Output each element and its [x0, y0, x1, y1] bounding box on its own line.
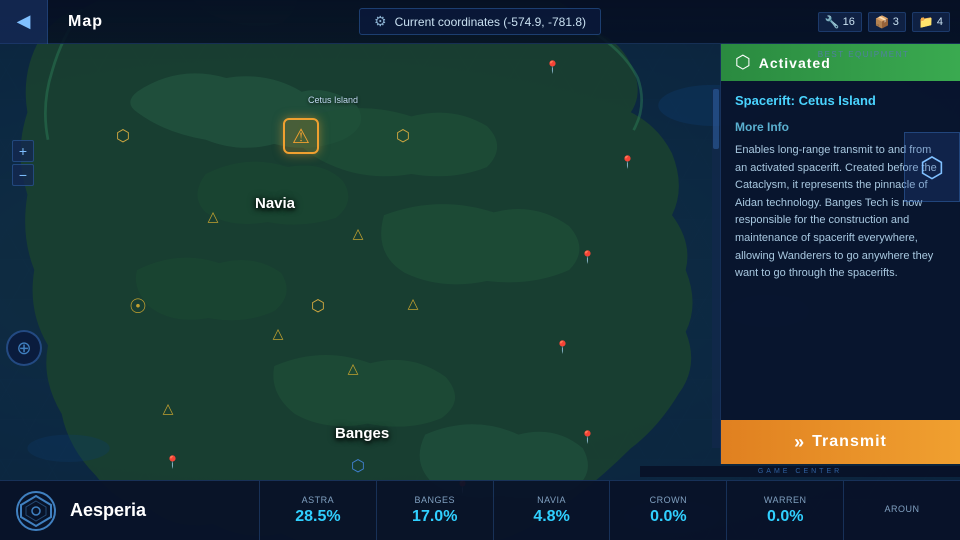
back-icon: ◀: [17, 11, 31, 32]
resource-item-2: 📦 3: [868, 12, 906, 32]
spacerift-marker[interactable]: ☉: [120, 288, 156, 324]
transmit-button[interactable]: » Transmit: [721, 420, 960, 464]
transmit-arrows-icon: »: [794, 432, 804, 453]
stat-navia-label: Navia: [537, 495, 566, 505]
panel-scrollbar[interactable]: [712, 88, 720, 448]
top-bar: ◀ Map ⚙ Current coordinates (-574.9, -78…: [0, 0, 960, 44]
spacerift-marker[interactable]: ⬡: [300, 288, 336, 324]
spacerift-marker[interactable]: △: [195, 198, 231, 234]
spacerift-icon: ⬡: [904, 132, 960, 202]
resource-icon-2: 📦: [875, 15, 890, 29]
location-pin: 📍: [580, 250, 595, 264]
resource-count-2: 3: [893, 16, 899, 28]
stat-banges-value: 17.0%: [412, 508, 457, 526]
bottom-stats: Astra 28.5% Banges 17.0% Navia 4.8% Crow…: [260, 480, 960, 540]
stat-aroun: Aroun: [844, 481, 960, 540]
spacerift-marker[interactable]: ⬡: [105, 118, 141, 154]
resource-item-3: 📁 4: [912, 12, 950, 32]
stat-banges: Banges 17.0%: [377, 481, 494, 540]
location-pin: 📍: [620, 155, 635, 169]
location-pin: 📍: [555, 340, 570, 354]
spacerift-marker[interactable]: △: [335, 350, 371, 386]
region-icon: [16, 491, 56, 531]
stat-aroun-label: Aroun: [885, 504, 920, 514]
game-center-label: GAME CENTER: [640, 466, 960, 477]
location-pin: 📍: [545, 60, 560, 74]
resource-icons: 🔧 16 📦 3 📁 4: [818, 12, 950, 32]
resource-icon-3: 📁: [919, 15, 934, 29]
stat-warren-label: Warren: [764, 495, 807, 505]
spacerift-active-marker[interactable]: ⚠: [283, 118, 319, 154]
stat-astra-value: 28.5%: [295, 508, 340, 526]
spacerift-marker[interactable]: △: [340, 215, 376, 251]
stat-crown-label: Crown: [650, 495, 688, 505]
zoom-control: + −: [12, 140, 34, 186]
resource-count-3: 4: [937, 16, 943, 28]
resource-icon-1: 🔧: [825, 15, 840, 29]
zoom-in-button[interactable]: +: [12, 140, 34, 162]
spacerift-marker[interactable]: △: [260, 315, 296, 351]
settings-icon[interactable]: ⚙: [374, 13, 387, 30]
location-pin: 📍: [165, 455, 180, 469]
transmit-label: Transmit: [812, 433, 887, 451]
stat-navia: Navia 4.8%: [494, 481, 611, 540]
location-pin: 📍: [580, 430, 595, 444]
resource-count-1: 16: [843, 16, 855, 28]
coordinates-bar: ⚙ Current coordinates (-574.9, -781.8): [359, 8, 601, 35]
stat-crown-value: 0.0%: [650, 508, 686, 526]
coordinates-text: Current coordinates (-574.9, -781.8): [395, 15, 586, 29]
spacerift-title: Spacerift: Cetus Island: [735, 93, 946, 108]
region-name: Aesperia: [70, 500, 146, 521]
stat-warren-value: 0.0%: [767, 508, 803, 526]
equipment-label: BEST EQUIPMENT: [771, 47, 956, 62]
spacerift-marker[interactable]: △: [395, 285, 431, 321]
stat-astra: Astra 28.5%: [260, 481, 377, 540]
stat-banges-label: Banges: [414, 495, 455, 505]
stat-warren: Warren 0.0%: [727, 481, 844, 540]
stat-navia-value: 4.8%: [533, 508, 569, 526]
zoom-out-button[interactable]: −: [12, 164, 34, 186]
map-title: Map: [68, 13, 103, 31]
resource-item-1: 🔧 16: [818, 12, 862, 32]
spacerift-marker[interactable]: ⬡: [340, 448, 376, 484]
panel-status-icon: ⬡: [735, 52, 751, 73]
bottom-left: Aesperia: [0, 480, 260, 540]
spacerift-marker[interactable]: ⬡: [385, 118, 421, 154]
side-panel: ⬡ Activated ⬡ Spacerift: Cetus Island Mo…: [720, 44, 960, 464]
spacerift-marker[interactable]: △: [150, 390, 186, 426]
compass: ⊕: [6, 330, 42, 366]
stat-astra-label: Astra: [302, 495, 335, 505]
back-button[interactable]: ◀: [0, 0, 48, 44]
stat-crown: Crown 0.0%: [610, 481, 727, 540]
panel-scroll-thumb[interactable]: [713, 89, 719, 149]
